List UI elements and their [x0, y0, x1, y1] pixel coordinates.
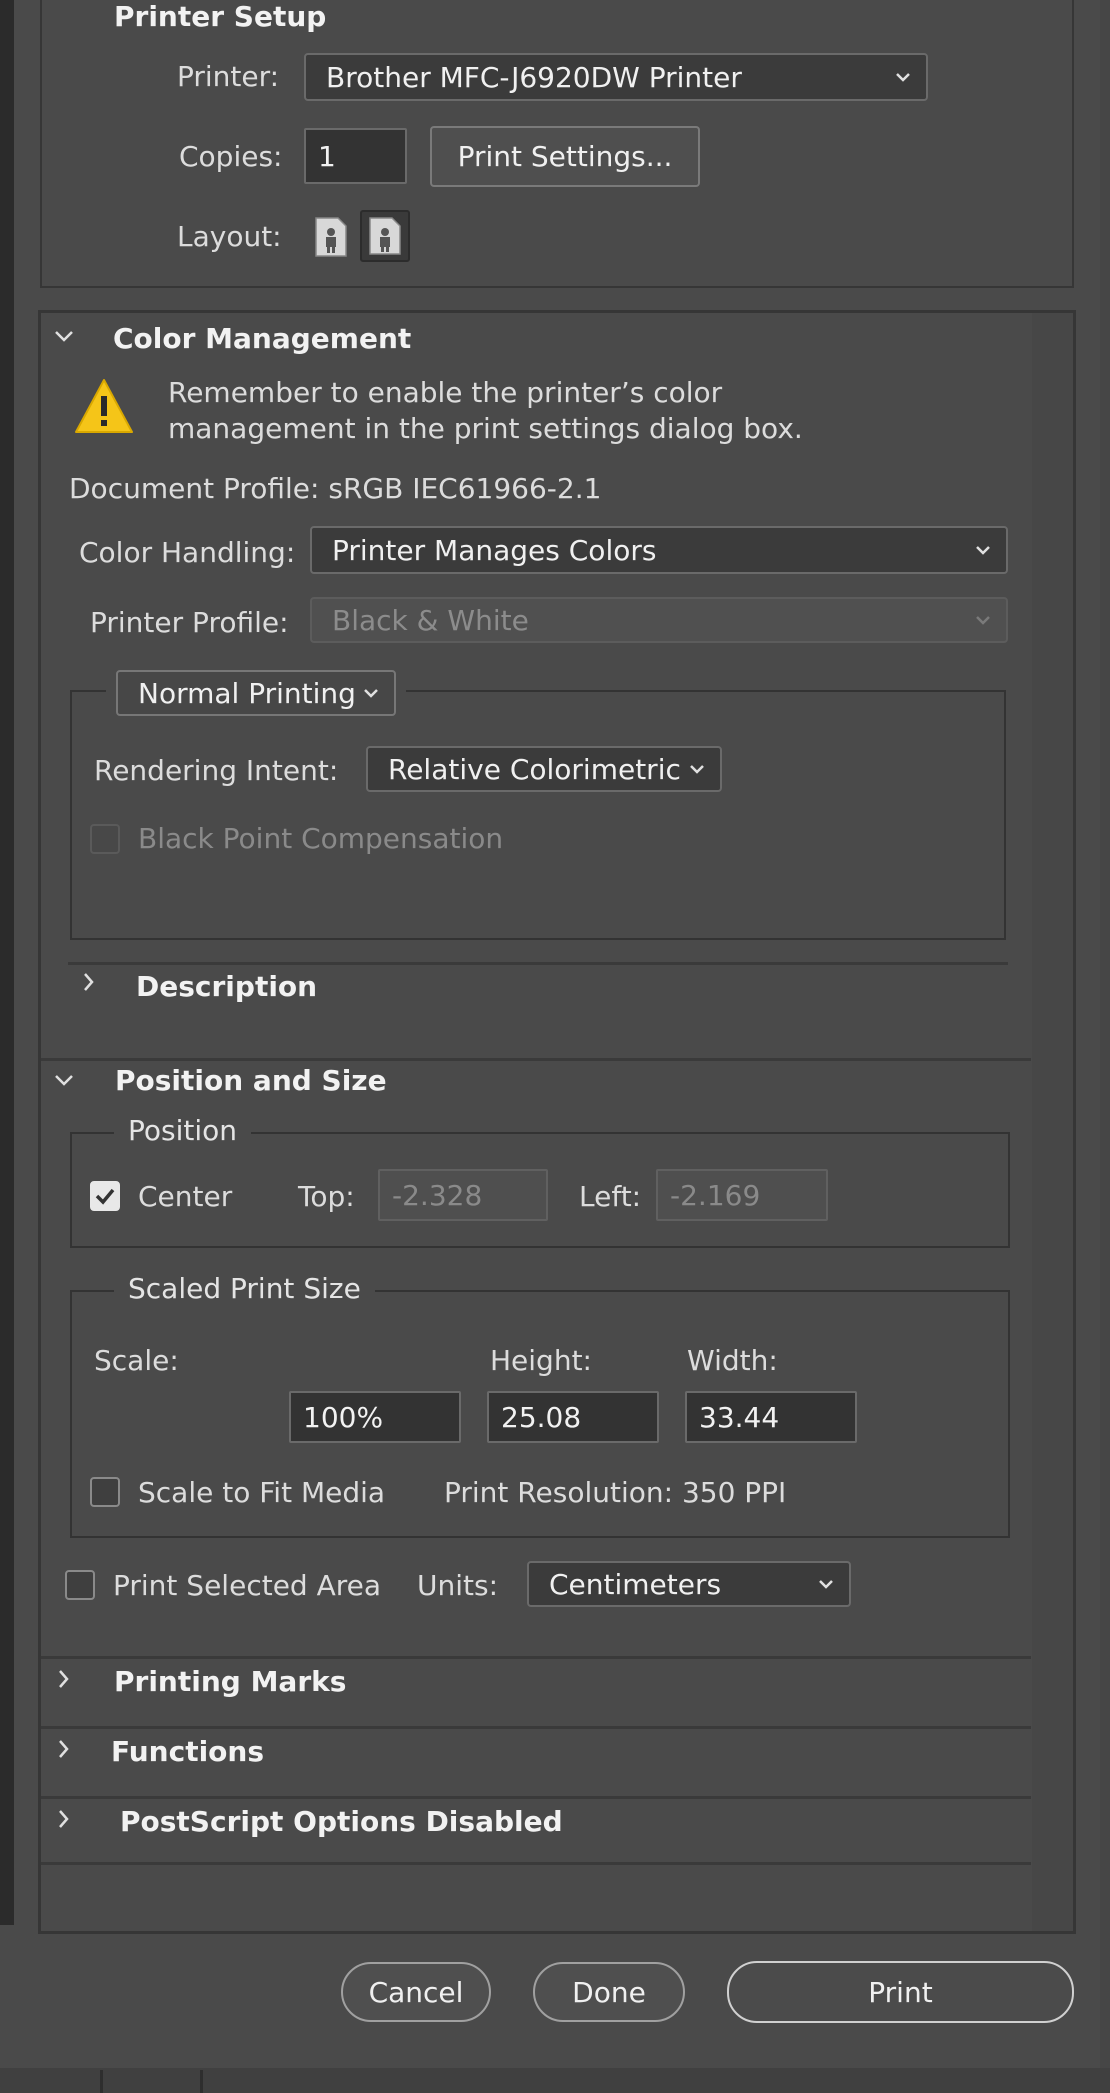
- copies-input[interactable]: 1: [304, 128, 407, 184]
- bottom-divider: [41, 1862, 1031, 1865]
- document-profile: Document Profile: sRGB IEC61966-2.1: [69, 472, 602, 505]
- printer-dropdown[interactable]: Brother MFC-J6920DW Printer: [304, 53, 928, 101]
- scrollbar-track[interactable]: [1032, 313, 1073, 1931]
- bottom-tick-1: [100, 2070, 103, 2093]
- height-input[interactable]: 25.08: [487, 1391, 659, 1443]
- chevron-down-icon: [690, 765, 704, 774]
- warning-icon: [75, 379, 133, 433]
- top-label: Top:: [298, 1180, 355, 1213]
- layout-portrait-button[interactable]: [310, 214, 352, 260]
- cancel-button[interactable]: Cancel: [341, 1962, 491, 2022]
- position-size-divider: [41, 1058, 1031, 1061]
- left-label: Left:: [579, 1180, 642, 1213]
- position-group-title: Position: [114, 1114, 252, 1147]
- printing-mode-value: Normal Printing: [138, 676, 356, 710]
- warning-text-line2: management in the print settings dialog …: [168, 412, 803, 445]
- black-point-label: Black Point Compensation: [138, 822, 504, 855]
- landscape-layout-icon: [369, 217, 401, 255]
- description-divider: [68, 962, 1008, 965]
- collapse-chevron-icon[interactable]: [52, 326, 76, 346]
- scale-to-fit-checkbox[interactable]: [90, 1477, 120, 1507]
- printing-marks-title: Printing Marks: [114, 1665, 347, 1698]
- printer-profile-value: Black & White: [332, 603, 529, 637]
- top-input[interactable]: -2.328: [378, 1169, 548, 1221]
- expand-chevron-icon[interactable]: [80, 970, 96, 994]
- functions-header[interactable]: Functions: [41, 1729, 1031, 1795]
- color-handling-label: Color Handling:: [79, 536, 296, 569]
- center-checkbox[interactable]: [90, 1181, 120, 1211]
- collapse-chevron-icon[interactable]: [52, 1070, 76, 1090]
- printer-label: Printer:: [177, 60, 280, 93]
- rendering-group: [70, 690, 1006, 940]
- portrait-layout-icon: [315, 217, 347, 257]
- scale-to-fit-label: Scale to Fit Media: [138, 1476, 386, 1509]
- rendering-intent-label: Rendering Intent:: [94, 754, 339, 787]
- expand-chevron-icon: [59, 1670, 69, 1688]
- units-dropdown[interactable]: Centimeters: [527, 1561, 851, 1607]
- left-input[interactable]: -2.169: [656, 1169, 828, 1221]
- scale-label: Scale:: [94, 1344, 179, 1377]
- scale-input[interactable]: 100%: [289, 1391, 461, 1443]
- postscript-header[interactable]: PostScript Options Disabled: [41, 1799, 1031, 1861]
- center-label: Center: [138, 1180, 233, 1213]
- printer-setup-title: Printer Setup: [108, 0, 333, 33]
- print-settings-button[interactable]: Print Settings...: [430, 126, 700, 187]
- layout-label: Layout:: [177, 220, 282, 253]
- black-point-checkbox[interactable]: [90, 824, 120, 854]
- description-title: Description: [136, 970, 318, 1003]
- chevron-down-icon: [976, 546, 990, 555]
- printing-mode-dropdown[interactable]: Normal Printing: [116, 670, 396, 716]
- scaled-print-size-title: Scaled Print Size: [114, 1272, 375, 1305]
- chevron-down-icon: [896, 73, 910, 82]
- color-handling-dropdown[interactable]: Printer Manages Colors: [310, 526, 1008, 574]
- warning-text-line1: Remember to enable the printer’s color: [168, 376, 723, 409]
- color-management-title: Color Management: [113, 322, 412, 355]
- width-label: Width:: [687, 1344, 778, 1377]
- print-resolution: Print Resolution: 350 PPI: [444, 1476, 787, 1509]
- print-selected-area-checkbox[interactable]: [65, 1570, 95, 1600]
- print-selected-area-label: Print Selected Area: [113, 1569, 382, 1602]
- bottom-tick-2: [200, 2070, 203, 2093]
- color-handling-value: Printer Manages Colors: [332, 533, 657, 567]
- chevron-down-icon: [364, 689, 378, 698]
- left-window-edge: [0, 0, 14, 1925]
- functions-title: Functions: [111, 1735, 265, 1768]
- printer-profile-dropdown[interactable]: Black & White: [310, 597, 1008, 643]
- printer-profile-label: Printer Profile:: [90, 606, 289, 639]
- printing-marks-header[interactable]: Printing Marks: [41, 1659, 1031, 1725]
- printer-dropdown-value: Brother MFC-J6920DW Printer: [326, 60, 742, 94]
- rendering-intent-dropdown[interactable]: Relative Colorimetric: [366, 746, 722, 792]
- expand-chevron-icon: [59, 1740, 69, 1758]
- chevron-down-icon: [976, 616, 990, 625]
- postscript-title: PostScript Options Disabled: [120, 1805, 563, 1838]
- units-label: Units:: [417, 1569, 499, 1602]
- print-button[interactable]: Print: [727, 1961, 1074, 2023]
- chevron-down-icon: [819, 1580, 833, 1589]
- width-input[interactable]: 33.44: [685, 1391, 857, 1443]
- check-icon: [95, 1188, 115, 1205]
- right-window-edge: [1100, 0, 1110, 2093]
- units-value: Centimeters: [549, 1567, 722, 1601]
- expand-chevron-icon: [59, 1810, 69, 1828]
- copies-label: Copies:: [179, 140, 283, 173]
- bottom-bar: [0, 2068, 1110, 2093]
- layout-landscape-button[interactable]: [360, 210, 410, 262]
- rendering-intent-value: Relative Colorimetric: [388, 752, 681, 786]
- height-label: Height:: [490, 1344, 592, 1377]
- position-size-title: Position and Size: [115, 1064, 387, 1097]
- done-button[interactable]: Done: [533, 1962, 685, 2022]
